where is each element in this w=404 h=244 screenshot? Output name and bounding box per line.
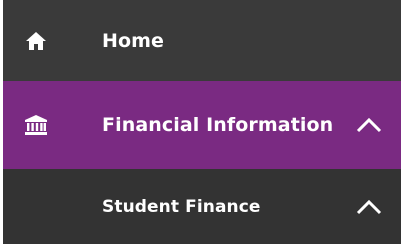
nav-item-financial-information-label: Financial Information [102, 114, 334, 136]
chevron-up-icon[interactable] [355, 116, 383, 134]
sidebar-nav: Home Financial Information Student Finan… [3, 0, 401, 244]
nav-item-home[interactable]: Home [3, 0, 401, 81]
nav-item-student-finance-label: Student Finance [102, 196, 261, 217]
bank-icon [23, 112, 49, 138]
nav-item-home-label: Home [102, 29, 165, 52]
nav-item-student-finance[interactable]: Student Finance [3, 169, 401, 244]
nav-item-financial-information[interactable]: Financial Information [3, 81, 401, 169]
chevron-up-icon[interactable] [355, 198, 383, 216]
home-icon [23, 28, 49, 54]
